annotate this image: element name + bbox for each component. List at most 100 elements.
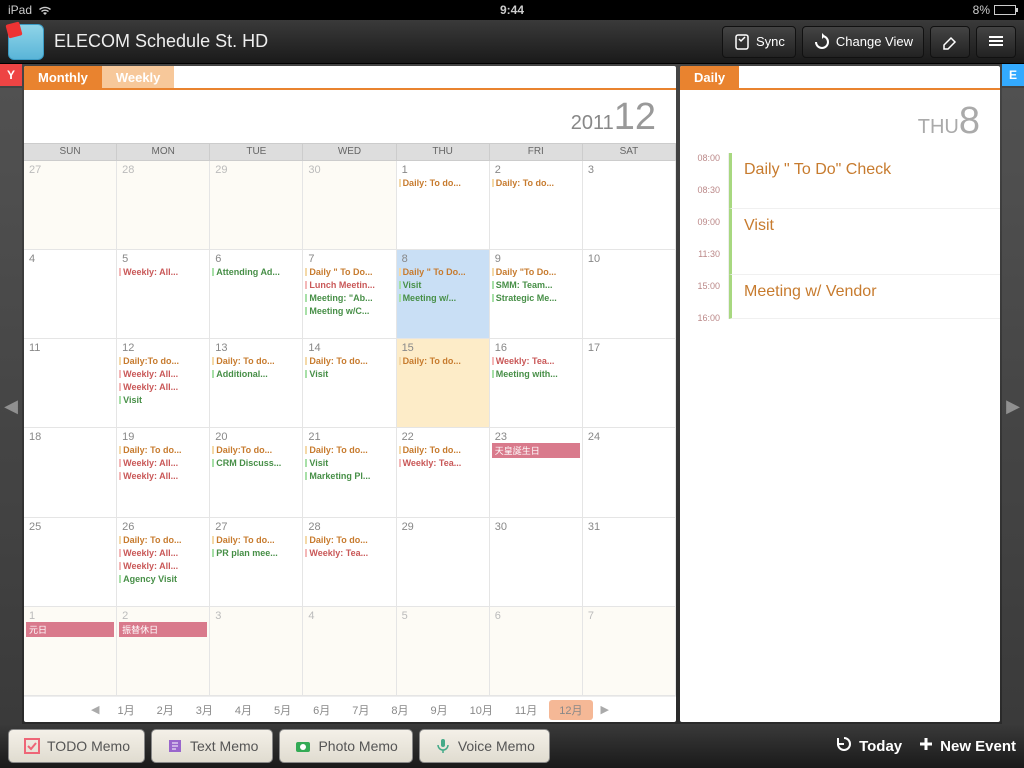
event-chip[interactable]: Weekly: All...	[119, 547, 207, 559]
event-chip[interactable]: Meeting with...	[492, 368, 580, 380]
event-chip[interactable]: Marketing Pl...	[305, 470, 393, 482]
calendar-cell[interactable]: 30	[303, 161, 396, 250]
tab-weekly[interactable]: Weekly	[102, 66, 175, 88]
tab-monthly[interactable]: Monthly	[24, 66, 102, 88]
day-event[interactable]: Meeting w/ Vendor	[729, 275, 1000, 319]
text-memo-button[interactable]: Text Memo	[151, 729, 273, 763]
calendar-cell[interactable]: 19Daily: To do...Weekly: All...Weekly: A…	[117, 428, 210, 517]
month-nav-item[interactable]: 8月	[381, 700, 418, 720]
calendar-cell[interactable]: 12Daily:To do...Weekly: All...Weekly: Al…	[117, 339, 210, 428]
calendar-cell[interactable]: 27	[24, 161, 117, 250]
calendar-cell[interactable]: 5	[397, 607, 490, 696]
event-chip[interactable]: Visit	[305, 368, 393, 380]
calendar-cell[interactable]: 11	[24, 339, 117, 428]
event-chip[interactable]: Daily: To do...	[119, 534, 207, 546]
event-chip[interactable]: Daily: To do...	[399, 355, 487, 367]
calendar-cell[interactable]: 29	[210, 161, 303, 250]
calendar-cell[interactable]: 30	[490, 518, 583, 607]
eraser-button[interactable]	[930, 26, 970, 58]
calendar-cell[interactable]: 2振替休日	[117, 607, 210, 696]
event-chip[interactable]: Strategic Me...	[492, 292, 580, 304]
month-nav-item[interactable]: 12月	[549, 700, 592, 720]
calendar-cell[interactable]: 21Daily: To do...VisitMarketing Pl...	[303, 428, 396, 517]
calendar-cell[interactable]: 28Daily: To do...Weekly: Tea...	[303, 518, 396, 607]
calendar-cell[interactable]: 6	[490, 607, 583, 696]
month-next[interactable]: ▶	[595, 703, 615, 716]
calendar-cell[interactable]: 8Daily " To Do...VisitMeeting w/...	[397, 250, 490, 339]
event-chip[interactable]: Weekly: Tea...	[492, 355, 580, 367]
event-chip[interactable]: Additional...	[212, 368, 300, 380]
month-nav-item[interactable]: 4月	[225, 700, 262, 720]
event-chip[interactable]: Daily: To do...	[399, 177, 487, 189]
month-prev[interactable]: ◀	[85, 703, 105, 716]
event-chip[interactable]: Visit	[399, 279, 487, 291]
photo-memo-button[interactable]: Photo Memo	[279, 729, 412, 763]
event-chip[interactable]: Daily: To do...	[305, 534, 393, 546]
event-chip[interactable]: PR plan mee...	[212, 547, 300, 559]
month-nav-item[interactable]: 7月	[342, 700, 379, 720]
month-nav-item[interactable]: 6月	[303, 700, 340, 720]
month-nav-item[interactable]: 5月	[264, 700, 301, 720]
day-event[interactable]: Visit	[729, 209, 1000, 275]
event-chip[interactable]: Weekly: All...	[119, 368, 207, 380]
day-event[interactable]: Daily " To Do" Check	[729, 153, 1000, 209]
calendar-cell[interactable]: 5Weekly: All...	[117, 250, 210, 339]
event-chip[interactable]: Daily: To do...	[305, 444, 393, 456]
event-chip[interactable]: Daily: To do...	[305, 355, 393, 367]
event-chip[interactable]: SMM: Team...	[492, 279, 580, 291]
calendar-cell[interactable]: 20Daily:To do...CRM Discuss...	[210, 428, 303, 517]
event-chip[interactable]: Weekly: All...	[119, 381, 207, 393]
month-nav-item[interactable]: 10月	[460, 700, 503, 720]
event-chip[interactable]: Attending Ad...	[212, 266, 300, 278]
menu-button[interactable]	[976, 26, 1016, 58]
todo-memo-button[interactable]: TODO Memo	[8, 729, 145, 763]
e-tab[interactable]: E	[1002, 64, 1024, 86]
event-chip[interactable]: Meeting w/C...	[305, 305, 393, 317]
event-chip[interactable]: Daily: To do...	[492, 177, 580, 189]
calendar-cell[interactable]: 17	[583, 339, 676, 428]
event-chip[interactable]: CRM Discuss...	[212, 457, 300, 469]
prev-arrow[interactable]: ◀	[0, 88, 22, 724]
calendar-cell[interactable]: 27Daily: To do...PR plan mee...	[210, 518, 303, 607]
event-chip[interactable]: Daily "To Do...	[492, 266, 580, 278]
calendar-cell[interactable]: 1元日	[24, 607, 117, 696]
sync-button[interactable]: Sync	[722, 26, 796, 58]
calendar-cell[interactable]: 22Daily: To do...Weekly: Tea...	[397, 428, 490, 517]
event-chip[interactable]: Weekly: All...	[119, 470, 207, 482]
month-nav-item[interactable]: 9月	[420, 700, 457, 720]
calendar-cell[interactable]: 4	[24, 250, 117, 339]
event-chip[interactable]: Weekly: Tea...	[305, 547, 393, 559]
calendar-cell[interactable]: 16Weekly: Tea...Meeting with...	[490, 339, 583, 428]
event-chip[interactable]: Weekly: All...	[119, 266, 207, 278]
calendar-cell[interactable]: 4	[303, 607, 396, 696]
calendar-cell[interactable]: 15Daily: To do...	[397, 339, 490, 428]
calendar-cell[interactable]: 28	[117, 161, 210, 250]
calendar-cell[interactable]: 9Daily "To Do...SMM: Team...Strategic Me…	[490, 250, 583, 339]
month-nav-item[interactable]: 11月	[505, 700, 547, 720]
calendar-cell[interactable]: 3	[210, 607, 303, 696]
next-arrow[interactable]: ▶	[1002, 88, 1024, 724]
event-chip[interactable]: Daily: To do...	[119, 444, 207, 456]
calendar-cell[interactable]: 29	[397, 518, 490, 607]
year-tab[interactable]: Y	[0, 64, 22, 86]
month-nav-item[interactable]: 2月	[147, 700, 184, 720]
event-chip[interactable]: Daily: To do...	[212, 534, 300, 546]
calendar-cell[interactable]: 25	[24, 518, 117, 607]
event-chip[interactable]: Meeting: "Ab...	[305, 292, 393, 304]
calendar-cell[interactable]: 26Daily: To do...Weekly: All...Weekly: A…	[117, 518, 210, 607]
event-chip[interactable]: Meeting w/...	[399, 292, 487, 304]
event-chip[interactable]: Agency Visit	[119, 573, 207, 585]
calendar-cell[interactable]: 24	[583, 428, 676, 517]
event-chip[interactable]: Visit	[119, 394, 207, 406]
event-chip[interactable]: Daily " To Do...	[305, 266, 393, 278]
calendar-cell[interactable]: 23天皇誕生日	[490, 428, 583, 517]
event-chip[interactable]: Weekly: All...	[119, 457, 207, 469]
calendar-cell[interactable]: 14Daily: To do...Visit	[303, 339, 396, 428]
event-chip[interactable]: Daily:To do...	[212, 444, 300, 456]
calendar-cell[interactable]: 7	[583, 607, 676, 696]
calendar-cell[interactable]: 6Attending Ad...	[210, 250, 303, 339]
event-chip[interactable]: Weekly: All...	[119, 560, 207, 572]
event-chip[interactable]: Daily " To Do...	[399, 266, 487, 278]
calendar-cell[interactable]: 18	[24, 428, 117, 517]
calendar-cell[interactable]: 10	[583, 250, 676, 339]
